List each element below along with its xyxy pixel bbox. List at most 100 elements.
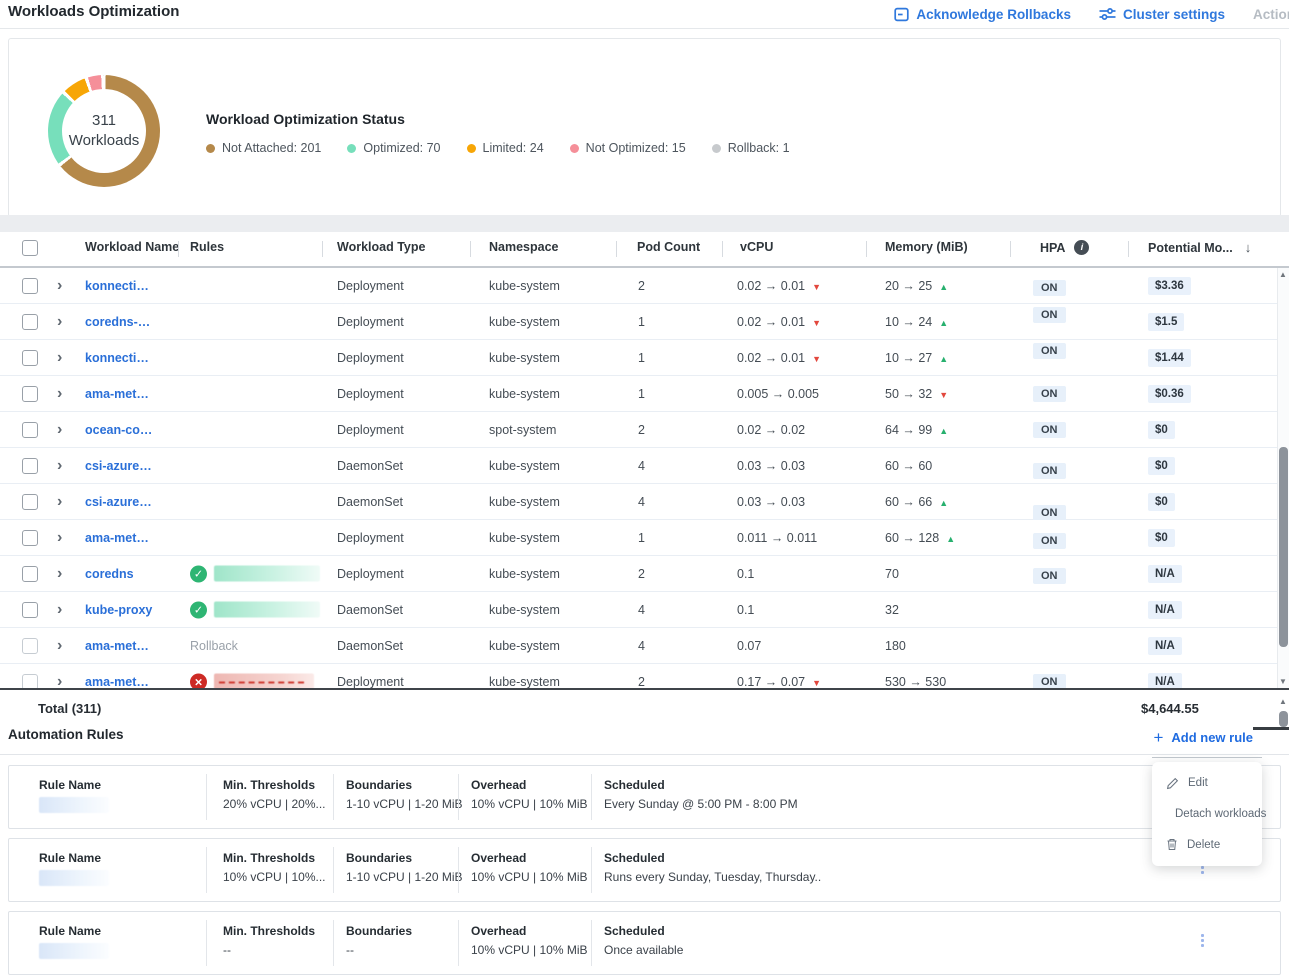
actions-label: Action (1253, 7, 1289, 22)
column-header-namespace[interactable]: Namespace (489, 240, 559, 254)
row-checkbox[interactable] (22, 638, 38, 654)
legend-label: Optimized: 70 (363, 141, 440, 155)
acknowledge-rollbacks-button[interactable]: Acknowledge Rollbacks (894, 7, 1071, 22)
row-expand-chevron[interactable]: › (57, 529, 62, 547)
actions-button[interactable]: Action (1253, 7, 1289, 22)
column-header-rules[interactable]: Rules (190, 240, 224, 254)
potential-savings-badge: N/A (1148, 601, 1182, 619)
row-expand-chevron[interactable]: › (57, 493, 62, 511)
workload-name-link[interactable]: ocean-co… (85, 423, 152, 437)
column-header-hpa[interactable]: HPA i (1040, 240, 1089, 255)
row-expand-chevron[interactable]: › (57, 457, 62, 475)
workload-name-link[interactable]: konnecti… (85, 351, 149, 365)
column-header-vcpu[interactable]: vCPU (740, 240, 773, 254)
row-expand-chevron[interactable]: › (57, 277, 62, 295)
row-checkbox[interactable] (22, 350, 38, 366)
rule-name-redacted (39, 797, 109, 813)
top-bar: Workloads Optimization Acknowledge Rollb… (0, 0, 1289, 29)
legend-item: Limited: 24 (467, 141, 544, 155)
namespace-cell: kube-system (489, 603, 560, 617)
scheduled-label: Scheduled (604, 778, 798, 792)
potential-savings-cell: $1.5 (1148, 313, 1184, 331)
pod-count-cell: 2 (638, 423, 645, 437)
column-header-workload-name[interactable]: Workload Name (85, 240, 179, 254)
row-expand-chevron[interactable]: › (57, 637, 62, 655)
row-expand-chevron[interactable]: › (57, 349, 62, 367)
workload-name-link[interactable]: coredns-… (85, 315, 150, 329)
rule-attached-ok: ✓ (190, 601, 320, 618)
vcpu-value: 0.03 → 0.03 (737, 459, 805, 473)
column-header-potential-savings[interactable]: Potential Mo... ↓ (1148, 240, 1251, 255)
rules-cell: ✓ × (190, 565, 320, 582)
row-checkbox[interactable] (22, 530, 38, 546)
workload-type-cell: DaemonSet (337, 495, 403, 509)
hpa-info-icon[interactable]: i (1074, 240, 1089, 255)
header-separator (866, 241, 867, 257)
workload-name-link[interactable]: ama-met… (85, 387, 149, 401)
vcpu-value: 0.03 → 0.03 (737, 495, 805, 509)
horizontal-scrollbar-fragment[interactable] (1253, 727, 1289, 730)
row-checkbox[interactable] (22, 566, 38, 582)
workload-name-link[interactable]: csi-azure… (85, 495, 152, 509)
overhead-value: 10% vCPU | 10% MiB (471, 797, 588, 811)
menu-item-edit[interactable]: Edit (1152, 777, 1262, 790)
row-expand-chevron[interactable]: › (57, 601, 62, 619)
hpa-on-badge: ON (1033, 505, 1066, 521)
table-scrollbar-thumb[interactable] (1279, 447, 1288, 647)
hpa-cell: ON (1033, 386, 1066, 402)
memory-value: 50 → 32 (885, 387, 932, 401)
min-thresholds-value: 20% vCPU | 20%... (223, 797, 326, 811)
row-expand-chevron[interactable]: › (57, 421, 62, 439)
row-expand-chevron[interactable]: › (57, 313, 62, 331)
cluster-settings-button[interactable]: Cluster settings (1099, 7, 1225, 22)
row-checkbox[interactable] (22, 314, 38, 330)
rule-card-separator (591, 920, 592, 966)
scroll-up-icon[interactable]: ▲ (1279, 270, 1287, 279)
row-expand-chevron[interactable]: › (57, 385, 62, 403)
menu-item-delete[interactable]: Delete (1152, 838, 1262, 851)
boundaries-label: Boundaries (346, 851, 463, 865)
row-checkbox[interactable] (22, 386, 38, 402)
rule-name-column: Rule Name (39, 851, 109, 886)
vcpu-value: 0.17 → 0.07 (737, 675, 805, 689)
edit-label: Edit (1188, 777, 1208, 789)
potential-savings-badge: N/A (1148, 637, 1182, 655)
select-all-checkbox[interactable] (22, 240, 38, 256)
row-checkbox[interactable] (22, 602, 38, 618)
vcpu-cell: 0.02 → 0.01▼ (737, 279, 821, 293)
min-thresholds-label: Min. Thresholds (223, 851, 326, 865)
rule-name-redacted (39, 943, 109, 959)
page-scrollbar-thumb[interactable] (1279, 711, 1288, 727)
vcpu-cell: 0.1 (737, 567, 754, 581)
workload-name-link[interactable]: coredns (85, 567, 134, 581)
workload-name-link[interactable]: csi-azure… (85, 459, 152, 473)
rule-menu-button[interactable] (1201, 934, 1204, 947)
workload-name-link[interactable]: ama-met… (85, 675, 149, 689)
detach-workloads-label: Detach workloads (1175, 808, 1266, 820)
workload-type-cell: DaemonSet (337, 603, 403, 617)
add-new-rule-button[interactable]: + Add new rule (1153, 729, 1253, 746)
workload-name-link[interactable]: kube-proxy (85, 603, 152, 617)
overhead-column: Overhead 10% vCPU | 10% MiB (471, 851, 588, 884)
workload-name-link[interactable]: konnecti… (85, 279, 149, 293)
scroll-down-icon[interactable]: ▼ (1279, 677, 1287, 686)
rule-card-separator (333, 920, 334, 966)
hpa-cell: ON (1033, 568, 1066, 584)
row-checkbox[interactable] (22, 494, 38, 510)
column-header-workload-type[interactable]: Workload Type (337, 240, 425, 254)
workload-name-link[interactable]: ama-met… (85, 639, 149, 653)
column-header-memory[interactable]: Memory (MiB) (885, 240, 968, 254)
menu-item-detach-workloads[interactable]: Detach workloads (1152, 807, 1262, 820)
table-row: › ocean-co… ✓ × Deployment spot-system 2 (0, 412, 1289, 448)
row-checkbox[interactable] (22, 458, 38, 474)
scroll-up-icon[interactable]: ▲ (1279, 697, 1287, 706)
workload-type-cell: Deployment (337, 423, 404, 437)
vcpu-value: 0.1 (737, 567, 754, 581)
row-checkbox[interactable] (22, 422, 38, 438)
row-checkbox[interactable] (22, 278, 38, 294)
column-header-pod-count[interactable]: Pod Count (637, 240, 700, 254)
row-expand-chevron[interactable]: › (57, 565, 62, 583)
workload-name-link[interactable]: ama-met… (85, 531, 149, 545)
rule-name-label: Rule Name (39, 851, 109, 865)
workload-type-cell: Deployment (337, 351, 404, 365)
